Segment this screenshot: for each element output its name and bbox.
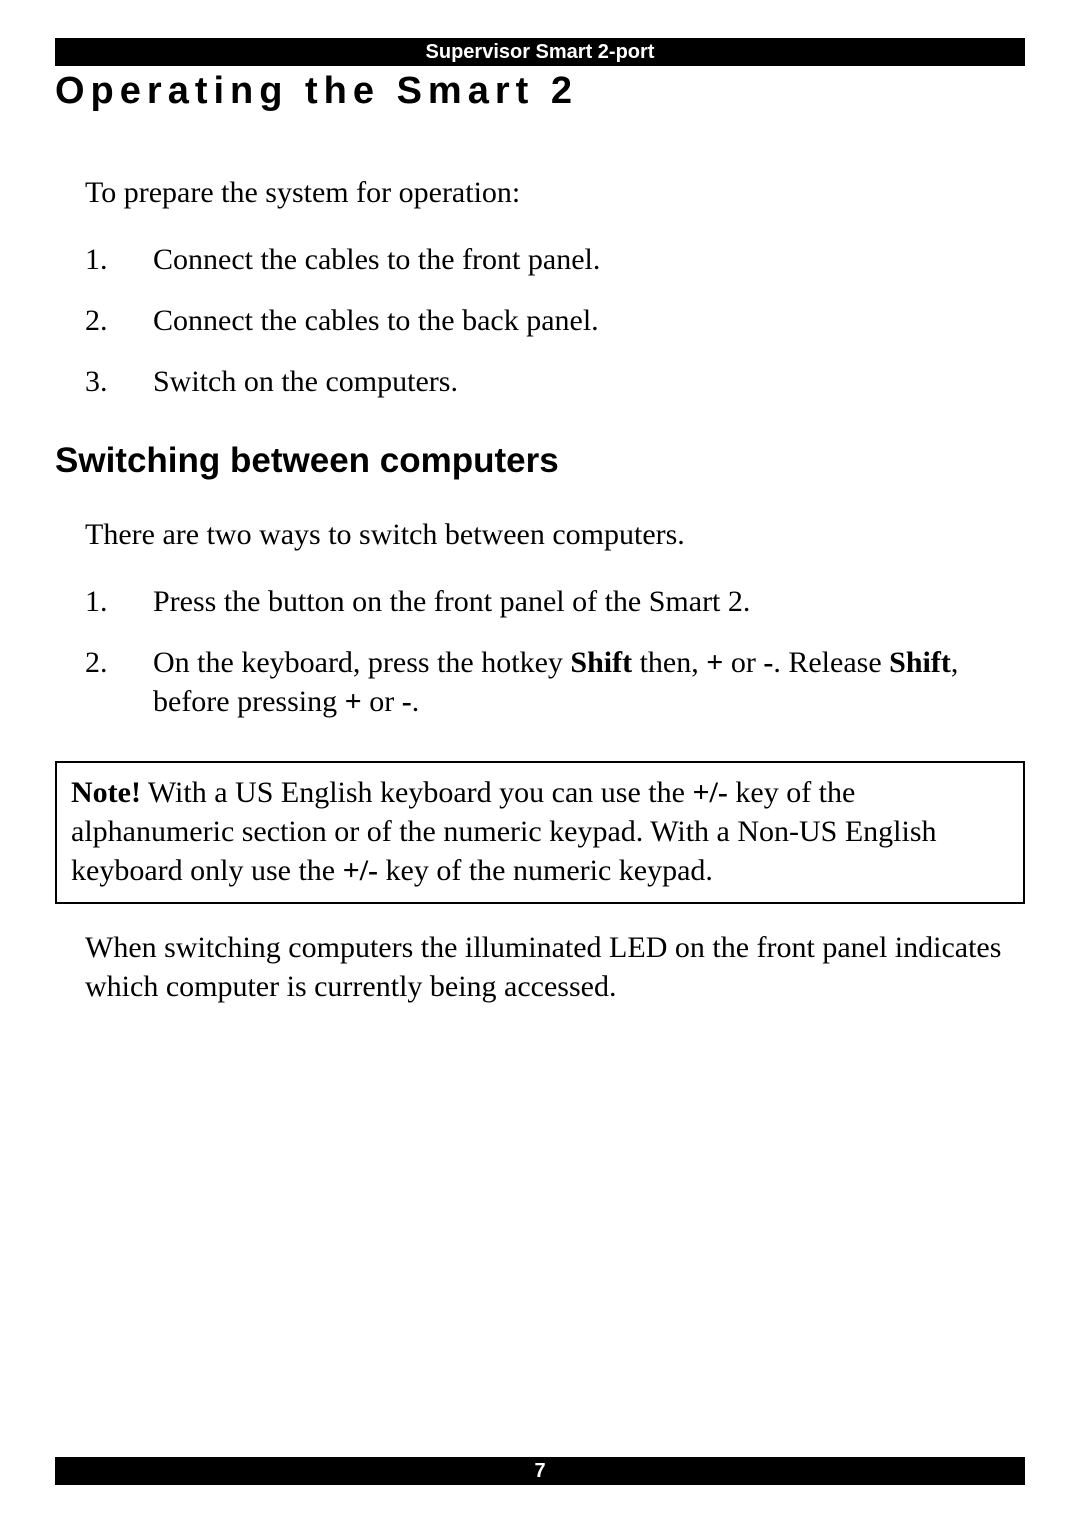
- step-number: 1.: [85, 582, 153, 621]
- step-text: Press the button on the front panel of t…: [153, 582, 750, 621]
- manual-page: Supervisor Smart 2-port Operating the Sm…: [0, 0, 1080, 1525]
- note-label: Note!: [71, 776, 141, 809]
- step-number: 2.: [85, 301, 153, 340]
- prepare-steps-list: 1. Connect the cables to the front panel…: [85, 240, 1025, 401]
- closing-text: When switching computers the illuminated…: [85, 928, 1025, 1006]
- subheading: Switching between computers: [55, 441, 1025, 481]
- header-bar: Supervisor Smart 2-port: [55, 38, 1025, 66]
- step-number: 3.: [85, 362, 153, 401]
- step-number: 2.: [85, 643, 153, 721]
- list-item: 1. Connect the cables to the front panel…: [85, 240, 1025, 279]
- list-item: 1. Press the button on the front panel o…: [85, 582, 1025, 621]
- section-title: Operating the Smart 2: [55, 70, 1025, 113]
- step-text: Connect the cables to the front panel.: [153, 240, 600, 279]
- step-number: 1.: [85, 240, 153, 279]
- switch-steps-list: 1. Press the button on the front panel o…: [85, 582, 1025, 721]
- step-text: On the keyboard, press the hotkey Shift …: [153, 643, 1025, 721]
- footer-bar: 7: [55, 1457, 1025, 1485]
- step-text: Switch on the computers.: [153, 362, 458, 401]
- list-item: 2. On the keyboard, press the hotkey Shi…: [85, 643, 1025, 721]
- step-text: Connect the cables to the back panel.: [153, 301, 599, 340]
- note-box: Note! With a US English keyboard you can…: [55, 761, 1025, 904]
- intro-text: To prepare the system for operation:: [85, 173, 1025, 212]
- intro2-text: There are two ways to switch between com…: [85, 515, 1025, 554]
- list-item: 2. Connect the cables to the back panel.: [85, 301, 1025, 340]
- list-item: 3. Switch on the computers.: [85, 362, 1025, 401]
